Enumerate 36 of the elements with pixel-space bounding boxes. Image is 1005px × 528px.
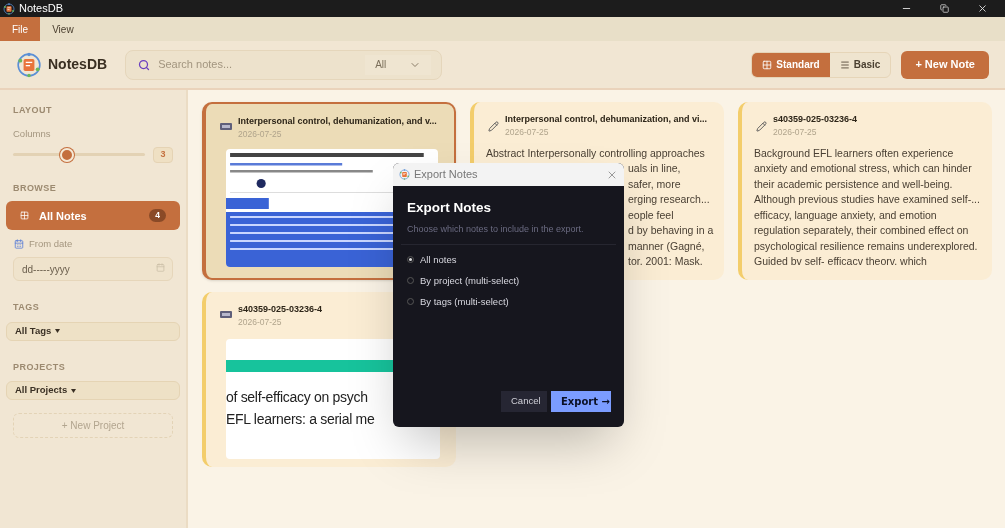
section-heading: LAYOUT <box>12 104 53 117</box>
note-title: Interpersonal control, dehumanization, and v... <box>238 115 437 128</box>
field-label: From date <box>29 237 73 252</box>
note-text: erging research... <box>628 192 710 208</box>
section-heading: PROJECTS <box>12 360 67 374</box>
note-text: safer, more <box>628 176 681 192</box>
slider-label: Columns <box>12 126 52 141</box>
app-name: NotesDB <box>48 55 108 74</box>
note-text: Although previous studies have examined self-... <box>754 192 980 208</box>
note-text: d by behaving in a <box>628 223 714 239</box>
section-heading: TAGS <box>12 301 41 314</box>
note-text: Guided bv self- efficacv theorv. which <box>754 254 927 270</box>
note-text: manner (Gagné, <box>628 238 705 254</box>
note-text: anxiety and emotional stress, which can hinder <box>754 161 972 177</box>
note-text: their academic persistence and well-being. <box>754 176 953 192</box>
preview-headline: EFL learners: a serial me <box>226 409 375 429</box>
columns-value: 3 <box>153 146 173 163</box>
note-text: Abstract Interpersonally controlling approaches <box>486 145 705 161</box>
note-title: s40359-025-03236-4 <box>773 113 858 126</box>
note-date: 2026-07-25 <box>773 126 818 139</box>
note-text: psychological resilience remains underexplored. <box>754 238 978 254</box>
note-date: 2026-07-25 <box>238 316 283 329</box>
note-text: regulation separately, their combined effect on <box>754 223 969 239</box>
note-text: tor. 2001: Mask. <box>628 254 703 270</box>
note-date: 2026-07-25 <box>505 126 550 139</box>
section-heading: BROWSE <box>12 181 58 195</box>
count-badge: 4 <box>149 209 166 223</box>
note-text: uals in line, <box>628 161 681 177</box>
note-text: eople feel <box>628 207 674 223</box>
window-title: NotesDB <box>19 1 64 17</box>
preview-headline: of self-efficacy on psych <box>226 387 368 407</box>
note-title: s40359-025-03236-4 <box>238 303 323 316</box>
note-text: Background EFL learners often experience <box>754 145 954 161</box>
note-title: Interpersonal control, dehumanization, and vi... <box>505 113 708 126</box>
note-text: efficacy, language anxiety, and emotion <box>754 207 937 223</box>
note-date: 2026-07-25 <box>238 128 283 141</box>
